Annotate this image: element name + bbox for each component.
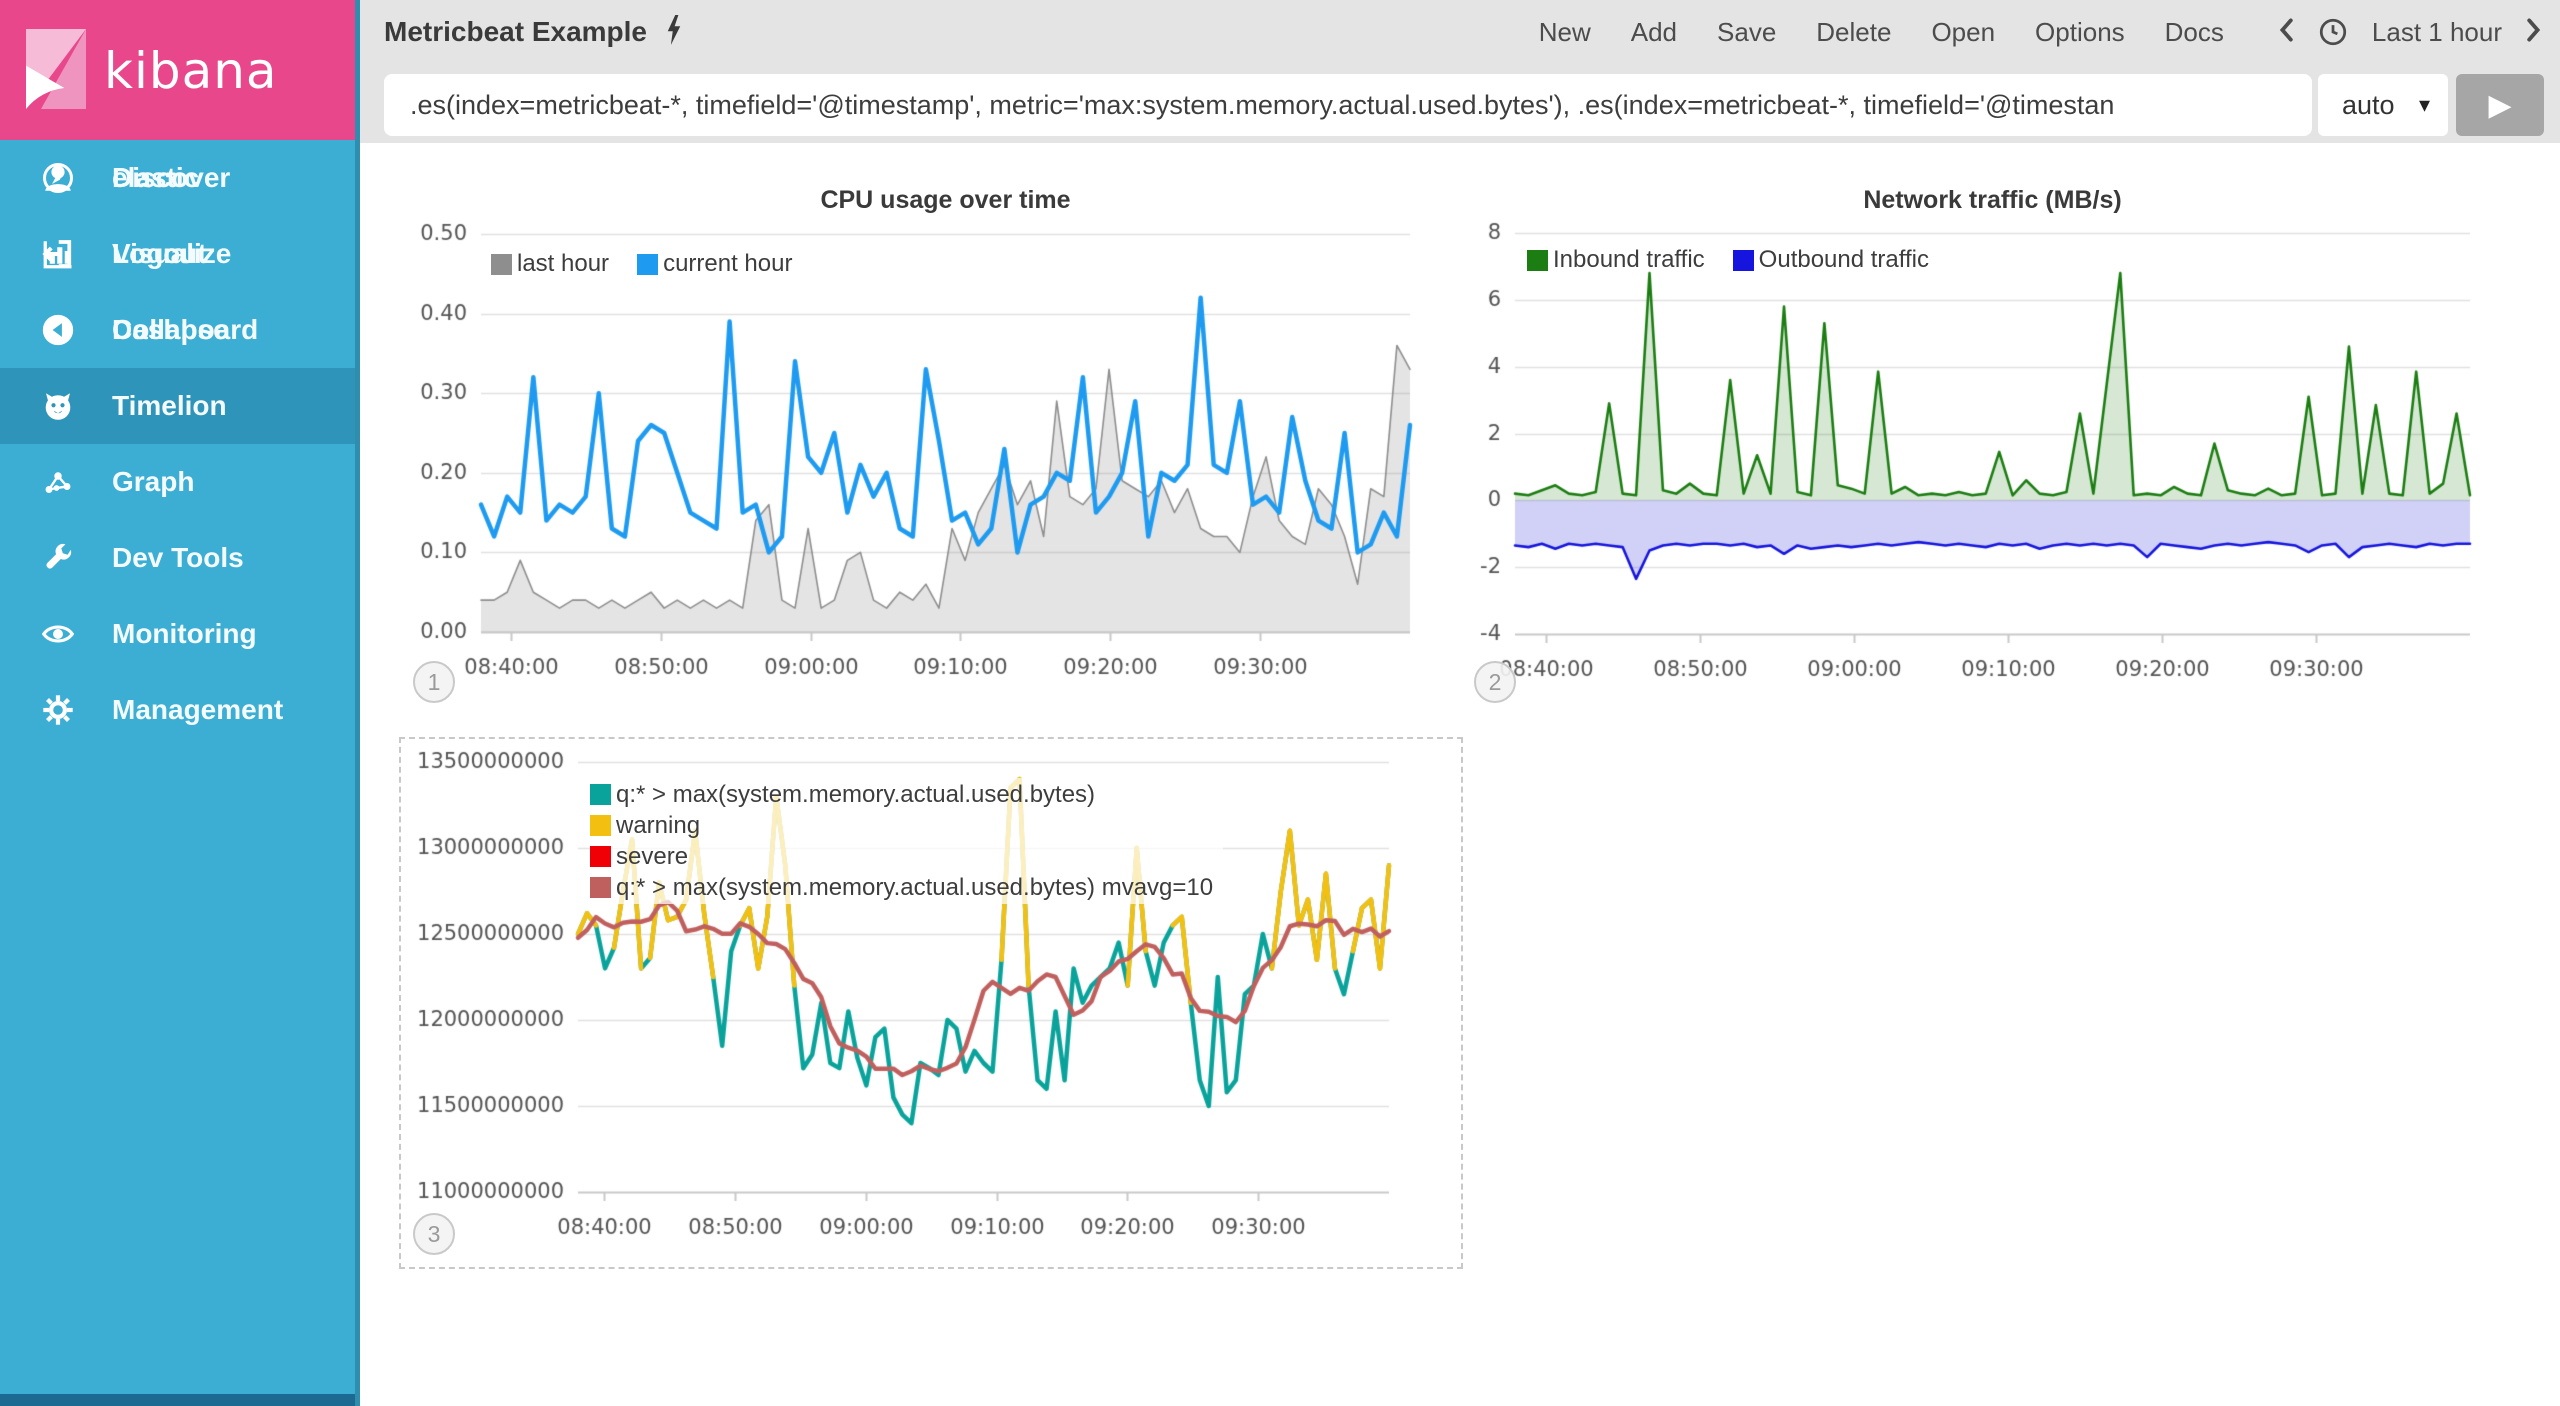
legend-label: Outbound traffic [1759,246,1929,274]
title-row: Metricbeat Example [384,0,685,64]
sidebar-item-user-elastic[interactable]: elastic [0,140,355,216]
sidebar: kibana Discover Visualize Dashboard [0,0,360,1406]
menu-item-docs[interactable]: Docs [2165,17,2224,48]
legend-swatch [590,784,611,805]
legend-swatch [637,254,658,275]
cpu-chart-legend: last hour current hour [491,250,792,278]
menu-item-add[interactable]: Add [1631,17,1677,48]
menu-item-delete[interactable]: Delete [1816,17,1891,48]
sidebar-item-label: Collapse [112,314,229,346]
legend-item[interactable]: current hour [637,250,792,278]
legend-item[interactable]: warning [590,810,1213,841]
kibana-wordmark[interactable]: kibana [104,42,278,100]
legend-label: severe [616,843,688,871]
legend-label: Inbound traffic [1553,246,1705,274]
legend-item[interactable]: last hour [491,250,609,278]
legend-item[interactable]: severe [590,841,1213,872]
legend-swatch [590,877,611,898]
kibana-logo-icon[interactable] [16,24,96,119]
legend-label: current hour [663,250,792,278]
legend-item[interactable]: Inbound traffic [1527,246,1705,274]
chart-badge-2: 2 [1474,661,1516,703]
sidebar-item-label: elastic [112,162,199,194]
legend-label: last hour [517,250,609,278]
chevron-right-icon[interactable] [2526,18,2542,47]
legend-item[interactable]: Outbound traffic [1733,246,1929,274]
topbar-menu: New Add Save Delete Open Options Docs La… [1539,0,2542,64]
sidebar-footer: elastic Logout Collapse [0,140,355,1394]
legend-label: warning [616,812,700,840]
user-icon [38,158,78,198]
sidebar-item-label: Logout [112,238,207,270]
legend-swatch [491,254,512,275]
timelion-query-input[interactable] [384,74,2312,136]
legend-item[interactable]: q:* > max(system.memory.actual.used.byte… [590,779,1213,810]
chevron-left-icon[interactable] [2278,18,2294,47]
memory-chart-legend: q:* > max(system.memory.actual.used.byte… [590,778,1223,904]
legend-label: q:* > max(system.memory.actual.used.byte… [616,874,1213,902]
sidebar-item-logout[interactable]: Logout [0,216,355,292]
memory-chart-panel-selected[interactable]: q:* > max(system.memory.actual.used.byte… [399,737,1463,1269]
legend-item[interactable]: q:* > max(system.memory.actual.used.byte… [590,872,1213,903]
logout-icon [38,234,78,274]
legend-swatch [1733,250,1754,271]
kibana-app: kibana Discover Visualize Dashboard [0,0,2560,1406]
interval-value: auto [2342,90,2395,121]
legend-swatch [590,846,611,867]
chart-badge-1: 1 [413,661,455,703]
menu-item-options[interactable]: Options [2035,17,2125,48]
chevron-down-icon: ▾ [2419,92,2430,118]
time-range-label[interactable]: Last 1 hour [2372,17,2502,48]
clock-icon [2318,17,2348,47]
sidebar-item-collapse[interactable]: Collapse [0,292,355,368]
menu-item-new[interactable]: New [1539,17,1591,48]
play-icon: ▶ [2488,88,2511,123]
legend-swatch [590,815,611,836]
lightning-bolt-icon [663,15,685,50]
topbar: Metricbeat Example New Add Save Delete O… [360,0,2560,143]
sidebar-header: kibana [0,0,355,140]
collapse-icon [38,310,78,350]
chart-badge-3: 3 [413,1213,455,1255]
menu-item-open[interactable]: Open [1931,17,1995,48]
run-query-button[interactable]: ▶ [2456,74,2544,136]
legend-swatch [1527,250,1548,271]
network-chart-legend: Inbound traffic Outbound traffic [1527,246,1929,274]
interval-select[interactable]: auto ▾ [2318,74,2448,136]
sidebar-bottom-strip [0,1394,355,1406]
legend-label: q:* > max(system.memory.actual.used.byte… [616,781,1095,809]
sheet-title: Metricbeat Example [384,16,647,48]
menu-item-save[interactable]: Save [1717,17,1776,48]
time-picker: Last 1 hour [2278,17,2542,48]
